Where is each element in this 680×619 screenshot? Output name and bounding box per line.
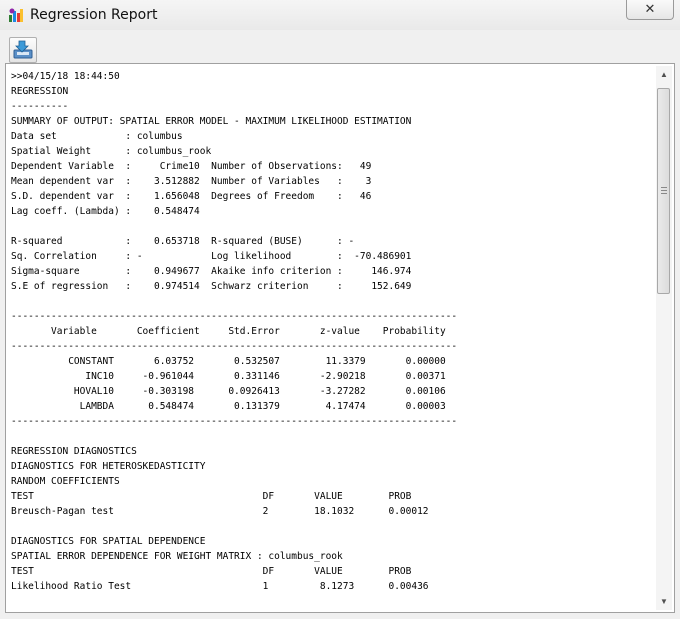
report-line: REGRESSION (11, 86, 69, 97)
report-line: SPATIAL ERROR DEPENDENCE FOR WEIGHT MATR… (11, 551, 343, 562)
report-line: ----------------------------------------… (11, 311, 458, 322)
thumb-grip (661, 193, 667, 194)
report-line: Likelihood Ratio Test 1 8.1273 0.00436 (11, 581, 429, 592)
report-line: CONSTANT 6.03752 0.532507 11.3379 0.0000… (11, 356, 446, 367)
window-title: Regression Report (30, 7, 158, 23)
report-line: TEST DF VALUE PROB (11, 566, 412, 577)
report-line (11, 294, 651, 309)
report-panel: >>04/15/18 18:44:50 REGRESSION ---------- S… (5, 63, 675, 613)
geoda-app-icon (9, 8, 23, 22)
save-arrow-icon (13, 40, 33, 59)
report-line: ---------- (11, 101, 69, 112)
report-line: Data set : columbus (11, 131, 183, 142)
report-line (11, 594, 651, 609)
report-line (11, 519, 651, 534)
toolbar (0, 30, 680, 64)
report-line: TEST DF VALUE PROB (11, 491, 412, 502)
report-line: RANDOM COEFFICIENTS (11, 476, 120, 487)
report-line: Sq. Correlation : - Log likelihood : -70… (11, 251, 412, 262)
report-line: HOVAL10 -0.303198 0.0926413 -3.27282 0.0… (11, 386, 446, 397)
report-text[interactable]: >>04/15/18 18:44:50 REGRESSION ---------- S… (11, 69, 651, 609)
scroll-up-arrow-icon[interactable]: ▲ (659, 70, 669, 80)
report-line: LAMBDA 0.548474 0.131379 4.17474 0.00003 (11, 401, 446, 412)
report-line: Sigma-square : 0.949677 Akaike info crit… (11, 266, 412, 277)
report-line (11, 429, 651, 444)
report-line: Variable Coefficient Std.Error z-value P… (11, 326, 446, 337)
report-line: S.E of regression : 0.974514 Schwarz cri… (11, 281, 412, 292)
report-line: Lag coeff. (Lambda) : 0.548474 (11, 206, 200, 217)
report-line: ----------------------------------------… (11, 341, 458, 352)
report-line: REGRESSION DIAGNOSTICS (11, 446, 137, 457)
report-line: S.D. dependent var : 1.656048 Degrees of… (11, 191, 372, 202)
title-bar: Regression Report ✕ (0, 0, 680, 30)
report-line: DIAGNOSTICS FOR HETEROSKEDASTICITY (11, 461, 206, 472)
thumb-grip (661, 187, 667, 188)
report-line: >>04/15/18 18:44:50 (11, 71, 120, 82)
report-line: Mean dependent var : 3.512882 Number of … (11, 176, 372, 187)
scrollbar-thumb[interactable] (657, 88, 670, 294)
close-icon: ✕ (644, 1, 656, 16)
close-button[interactable]: ✕ (626, 0, 674, 20)
report-line: Dependent Variable : Crime10 Number of O… (11, 161, 372, 172)
report-line (11, 219, 651, 234)
scroll-down-arrow-icon[interactable]: ▼ (659, 597, 669, 607)
save-report-button[interactable] (9, 37, 37, 63)
report-line: SUMMARY OF OUTPUT: SPATIAL ERROR MODEL -… (11, 116, 412, 127)
report-line: DIAGNOSTICS FOR SPATIAL DEPENDENCE (11, 536, 206, 547)
report-line: ----------------------------------------… (11, 416, 458, 427)
vertical-scrollbar[interactable]: ▲ ▼ (656, 66, 672, 610)
thumb-grip (661, 190, 667, 191)
report-line: R-squared : 0.653718 R-squared (BUSE) : … (11, 236, 355, 247)
report-line: INC10 -0.961044 0.331146 -2.90218 0.0037… (11, 371, 446, 382)
report-line: Spatial Weight : columbus_rook (11, 146, 212, 157)
report-line: Breusch-Pagan test 2 18.1032 0.00012 (11, 506, 429, 517)
